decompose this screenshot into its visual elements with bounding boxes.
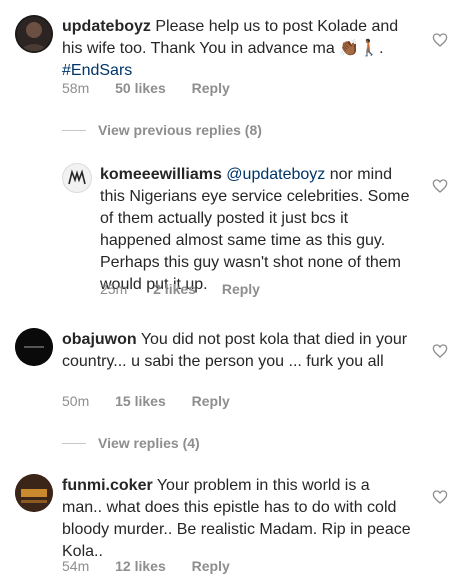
comment-text: komeeewilliams @updateboyz nor mind this… (100, 164, 416, 296)
view-replies-label: View replies (4) (98, 435, 200, 451)
heart-icon[interactable] (432, 489, 448, 505)
view-replies-button[interactable]: View replies (4) (62, 433, 200, 453)
reply-button[interactable]: Reply (192, 393, 230, 409)
view-previous-replies-button[interactable]: View previous replies (8) (62, 120, 262, 140)
likes-count[interactable]: 12 likes (115, 558, 166, 574)
mention-link[interactable]: @updateboyz (226, 166, 325, 183)
heart-icon[interactable] (432, 178, 448, 194)
likes-count[interactable]: 2 likes (153, 281, 196, 297)
comment-time: 54m (62, 558, 90, 574)
comment-text: funmi.coker Your problem in this world i… (62, 475, 414, 563)
comment-body: nor mind this Nigerians eye service cele… (100, 166, 410, 293)
user-avatar-icon[interactable] (15, 328, 53, 366)
user-avatar-icon[interactable] (15, 15, 53, 53)
comment-meta: 50m 15 likes Reply (62, 393, 252, 409)
user-avatar-icon[interactable] (62, 163, 92, 193)
comment-time: 25m (100, 281, 128, 297)
comment-meta: 54m 12 likes Reply (62, 558, 252, 574)
hashtag-link[interactable]: #EndSars (62, 62, 132, 79)
divider-line (62, 442, 86, 444)
comment-meta: 25m 2 likes Reply (100, 281, 282, 297)
comment-text: updateboyz Please help us to post Kolade… (62, 16, 410, 82)
heart-icon[interactable] (432, 32, 448, 48)
user-avatar-icon[interactable] (15, 474, 53, 512)
avatar-image (15, 474, 53, 512)
view-previous-replies-label: View previous replies (8) (98, 122, 262, 138)
likes-count[interactable]: 50 likes (115, 80, 166, 96)
comment-text: obajuwon You did not post kola that died… (62, 329, 410, 373)
comment-username[interactable]: updateboyz (62, 18, 151, 35)
avatar-image (15, 328, 53, 366)
comment-time: 58m (62, 80, 90, 96)
reply-button[interactable]: Reply (222, 281, 260, 297)
comment-meta: 58m 50 likes Reply (62, 80, 252, 96)
emoji-clap-walk: 👏🏾🚶🏾. (339, 40, 384, 57)
reply-button[interactable]: Reply (192, 558, 230, 574)
avatar-image (15, 15, 53, 53)
heart-icon[interactable] (432, 343, 448, 359)
comment-username[interactable]: funmi.coker (62, 477, 153, 494)
divider-line (62, 129, 86, 131)
comment-username[interactable]: komeeewilliams (100, 166, 222, 183)
comment-time: 50m (62, 393, 90, 409)
avatar-image (68, 169, 86, 185)
likes-count[interactable]: 15 likes (115, 393, 166, 409)
comment-username[interactable]: obajuwon (62, 331, 137, 348)
reply-button[interactable]: Reply (192, 80, 230, 96)
